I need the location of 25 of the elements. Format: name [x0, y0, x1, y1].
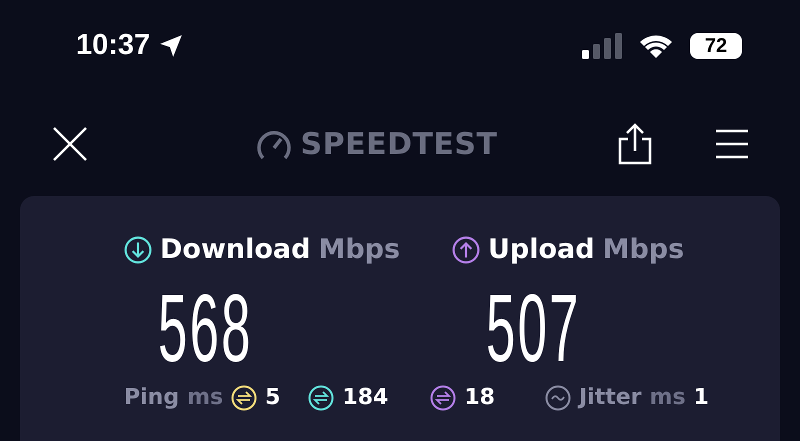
location-arrow-icon	[158, 33, 184, 59]
ping-value: 5	[265, 384, 280, 411]
gauge-icon	[256, 128, 292, 160]
ping-value: 18	[464, 384, 495, 411]
unit-label: Mbps	[602, 233, 684, 267]
unit-label: ms	[187, 384, 224, 411]
share-button[interactable]	[618, 123, 652, 165]
unit-label: ms	[650, 384, 686, 411]
jitter-value: 1	[694, 384, 709, 411]
ping-value: 184	[342, 384, 388, 411]
speed-value: 568	[158, 280, 253, 376]
unit-label: Mbps	[318, 233, 400, 267]
signal-icon	[582, 33, 622, 59]
battery-indicator: 72	[690, 33, 742, 59]
jitter-icon	[544, 384, 571, 411]
speed-label: Download	[160, 233, 310, 267]
clock-time: 10:37	[76, 28, 150, 64]
jitter-label: Jitter	[578, 384, 642, 411]
ping-label: Ping	[124, 384, 180, 411]
menu-button[interactable]	[716, 129, 748, 159]
wifi-icon	[638, 33, 674, 59]
speed-label: Upload	[488, 233, 595, 267]
speed-value: 507	[486, 280, 581, 376]
close-button[interactable]	[52, 126, 88, 162]
app-logo-text: SPEEDTEST	[300, 126, 498, 164]
